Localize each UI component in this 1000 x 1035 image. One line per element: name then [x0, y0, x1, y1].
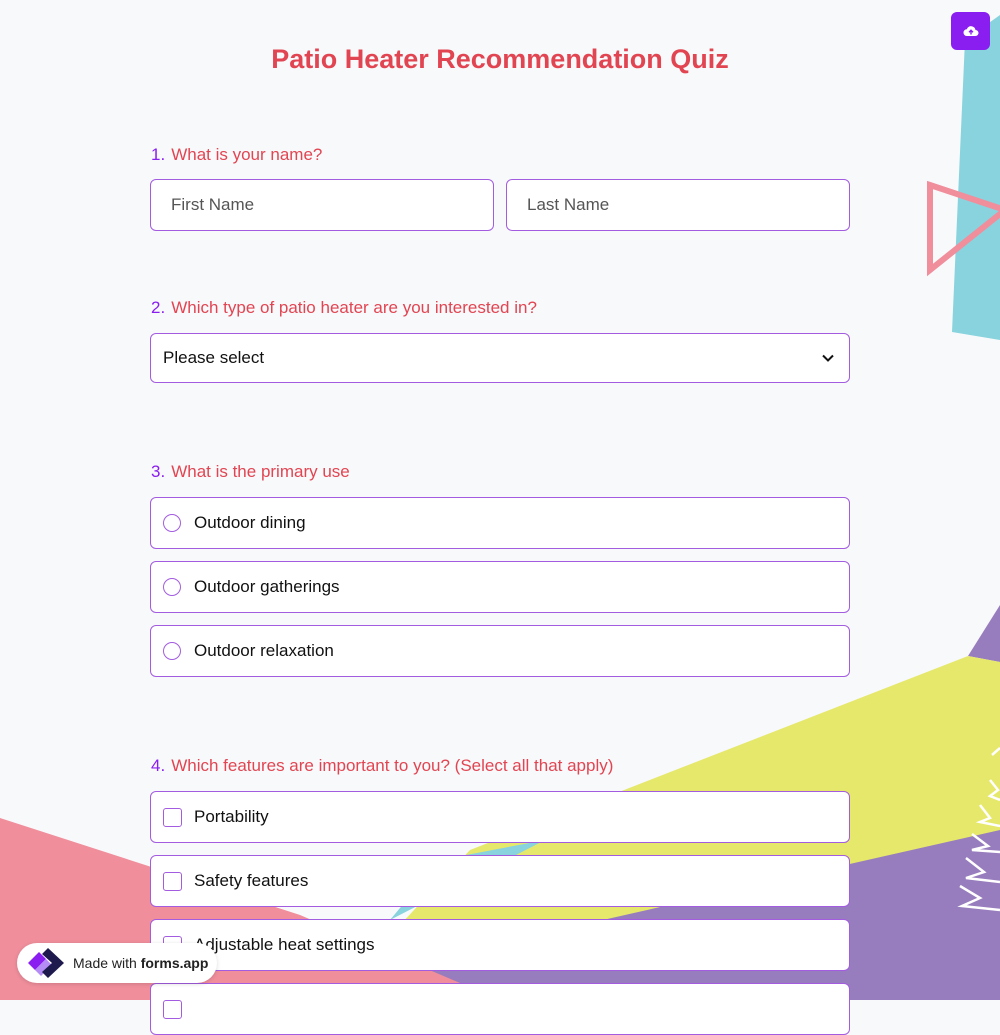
checkbox[interactable]: [163, 871, 182, 891]
question-4-label: 4. Which features are important to you? (…: [151, 756, 613, 776]
checkbox-option-adjustable-heat[interactable]: Adjustable heat settings: [150, 919, 850, 971]
made-with-label: Made with: [73, 955, 137, 971]
brand-name: forms.app: [140, 955, 209, 971]
question-3-text: What is the primary use: [171, 462, 350, 481]
question-3-label: 3. What is the primary use: [151, 462, 350, 482]
checkbox-option-partial[interactable]: [150, 983, 850, 1035]
last-name-input[interactable]: [506, 179, 850, 231]
first-name-input[interactable]: [150, 179, 494, 231]
checkbox-option-portability[interactable]: Portability: [150, 791, 850, 843]
radio-option-outdoor-relaxation[interactable]: Outdoor relaxation: [150, 625, 850, 677]
made-with-forms-app-badge[interactable]: Made with forms.app: [17, 943, 217, 983]
question-1-text: What is your name?: [171, 145, 323, 164]
radio-button[interactable]: [163, 578, 181, 596]
question-1-label: 1. What is your name?: [151, 145, 322, 165]
upload-button[interactable]: [951, 12, 990, 50]
forms-app-logo-icon: [28, 948, 64, 978]
radio-button[interactable]: [163, 514, 181, 532]
checkbox-option-safety-features[interactable]: Safety features: [150, 855, 850, 907]
question-2-label: 2. Which type of patio heater are you int…: [151, 298, 537, 318]
checkbox[interactable]: [163, 999, 182, 1019]
question-4-text: Which features are important to you? (Se…: [171, 756, 614, 775]
question-2-number: 2.: [151, 298, 166, 317]
question-2-text: Which type of patio heater are you inter…: [171, 298, 537, 317]
badge-text: Made with forms.app: [73, 955, 208, 971]
cloud-upload-icon: [963, 26, 978, 37]
chevron-down-icon: [822, 354, 834, 362]
heater-type-select[interactable]: Please select: [150, 333, 850, 383]
radio-option-outdoor-dining[interactable]: Outdoor dining: [150, 497, 850, 549]
question-4-number: 4.: [151, 756, 166, 775]
option-label: Portability: [194, 807, 269, 826]
page-title: Patio Heater Recommendation Quiz: [271, 44, 729, 74]
option-label: Outdoor dining: [194, 513, 306, 532]
question-3-number: 3.: [151, 462, 166, 481]
select-value: Please select: [163, 348, 265, 367]
option-label: Safety features: [194, 871, 309, 890]
option-label: Outdoor gatherings: [194, 577, 340, 596]
radio-option-outdoor-gatherings[interactable]: Outdoor gatherings: [150, 561, 850, 613]
radio-button[interactable]: [163, 642, 181, 660]
question-1-number: 1.: [151, 145, 166, 164]
purple-shape-top: [968, 605, 1000, 662]
option-label: Adjustable heat settings: [194, 935, 375, 954]
option-label: Outdoor relaxation: [194, 641, 334, 660]
checkbox[interactable]: [163, 807, 182, 827]
